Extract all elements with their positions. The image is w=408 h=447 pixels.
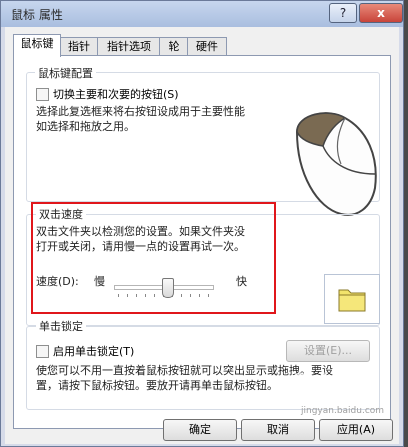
- watermark-logo-text: Bai: [293, 369, 329, 393]
- baidu-watermark-logo: Bai: [293, 369, 403, 403]
- click-lock-settings-button[interactable]: 设置(E)...: [286, 340, 370, 362]
- mouse-properties-window: 鼠标 属性 ? x 鼠标键 指针 指针选项 轮 硬件 鼠标键配置 切换主要和次要…: [0, 0, 404, 447]
- watermark-url: jingyan.baidu.com: [301, 406, 385, 416]
- click-lock-checkbox[interactable]: [36, 345, 49, 358]
- tab-buttons[interactable]: 鼠标键: [13, 34, 61, 57]
- tab-pointer-options[interactable]: 指针选项: [97, 37, 161, 56]
- apply-button[interactable]: 应用(A): [319, 419, 393, 441]
- switch-buttons-checkbox[interactable]: [36, 88, 49, 101]
- highlight-annotation: [31, 202, 276, 314]
- window-title: 鼠标 属性: [11, 8, 63, 22]
- test-folder-area[interactable]: [324, 274, 380, 324]
- click-lock-title: 单击锁定: [36, 319, 86, 334]
- tab-pointers[interactable]: 指针: [59, 37, 99, 56]
- title-bar[interactable]: 鼠标 属性 ? x: [1, 1, 403, 27]
- click-lock-label[interactable]: 启用单击锁定(T): [53, 343, 134, 359]
- switch-buttons-label[interactable]: 切换主要和次要的按钮(S): [53, 86, 179, 102]
- folder-icon[interactable]: [325, 275, 379, 323]
- button-config-description: 选择此复选框来将右按钮设成用于主要性能 如选择和拖放之用。: [36, 104, 245, 134]
- ok-button[interactable]: 确定: [163, 419, 237, 441]
- cancel-button[interactable]: 取消: [241, 419, 315, 441]
- button-config-description-line: 选择此复选框来将右按钮设成用于主要性能: [36, 105, 245, 118]
- tab-hardware[interactable]: 硬件: [187, 37, 227, 56]
- click-lock-description-line: 使您可以不用一直按着鼠标按钮就可以突出显示或拖拽。要设: [36, 364, 333, 377]
- mouse-illustration-icon: [295, 112, 377, 216]
- button-config-description-line: 如选择和拖放之用。: [36, 120, 135, 133]
- tab-wheel[interactable]: 轮: [159, 37, 189, 56]
- close-button[interactable]: x: [359, 3, 403, 23]
- click-lock-description-line: 置，请按下鼠标按钮。要放开请再单击鼠标按钮。: [36, 379, 278, 392]
- button-config-title: 鼠标键配置: [35, 65, 96, 81]
- help-button[interactable]: ?: [329, 3, 357, 23]
- click-lock-description: 使您可以不用一直按着鼠标按钮就可以突出显示或拖拽。要设 置，请按下鼠标按钮。要放…: [36, 363, 333, 393]
